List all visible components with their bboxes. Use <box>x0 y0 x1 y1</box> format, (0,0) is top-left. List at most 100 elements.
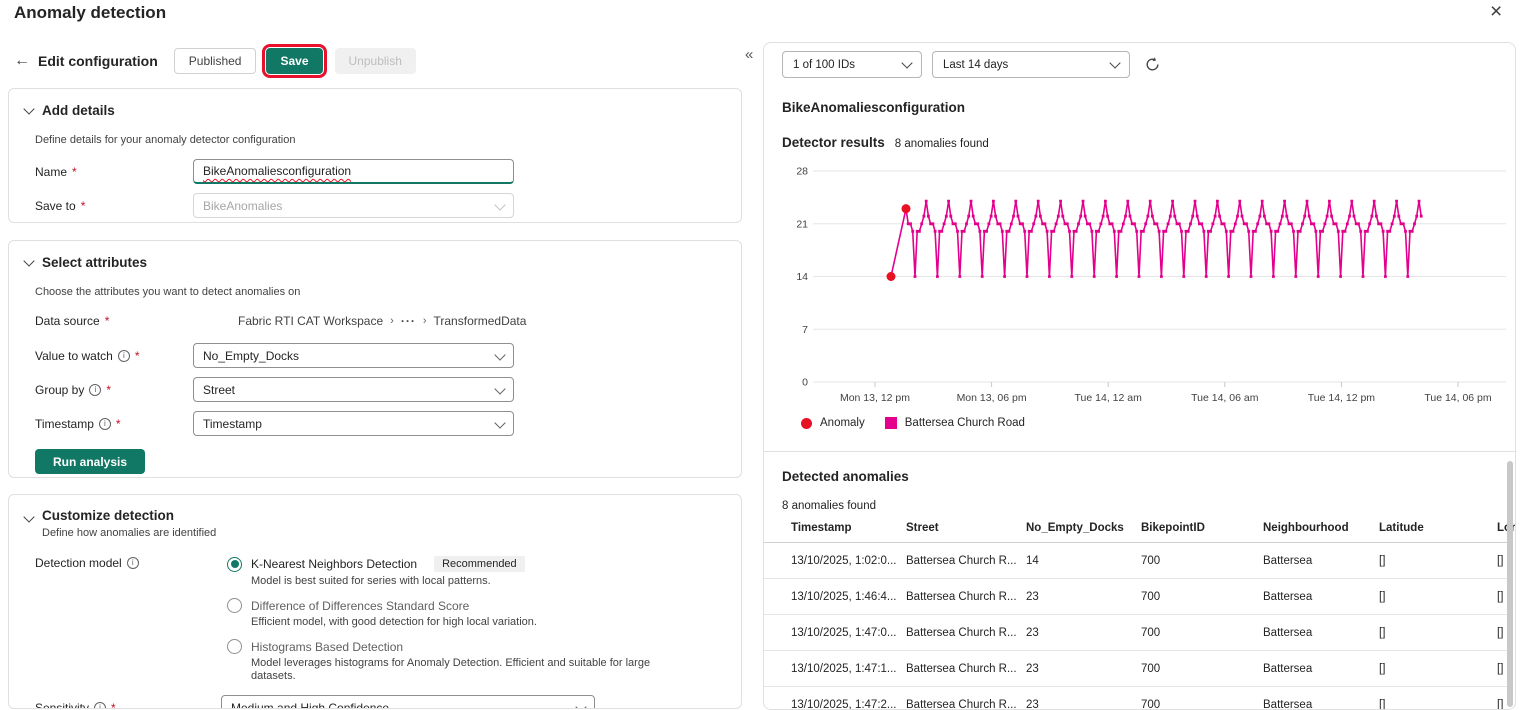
column-header[interactable]: Street <box>906 522 939 534</box>
info-icon: i <box>126 557 139 569</box>
collapse-panel-icon[interactable]: « <box>745 46 753 63</box>
detector-results-heading: Detector results <box>782 135 885 150</box>
svg-text:Tue 14, 12 am: Tue 14, 12 am <box>1075 392 1143 404</box>
select-attributes-description: Choose the attributes you want to detect… <box>35 286 301 298</box>
unpublish-button[interactable]: Unpublish <box>334 48 416 74</box>
table-cell: [] <box>1497 554 1504 567</box>
svg-text:21: 21 <box>796 218 808 230</box>
data-source-label: Data source * <box>35 314 110 328</box>
group-by-value: Street <box>203 382 236 397</box>
model-knn-description: Model is best suited for series with loc… <box>251 575 491 587</box>
column-header[interactable]: No_Empty_Docks <box>1026 522 1124 534</box>
refresh-icon[interactable] <box>1144 56 1161 73</box>
chevron-down-icon[interactable] <box>23 102 35 115</box>
table-row[interactable]: 13/10/2025, 1:02:0... Battersea Church R.… <box>764 543 1507 579</box>
chevron-down-icon <box>575 700 587 708</box>
sensitivity-label: Sensitivity i * <box>35 701 221 708</box>
value-to-watch-dropdown[interactable]: No_Empty_Docks <box>193 343 514 368</box>
chevron-down-icon <box>494 416 506 429</box>
radio-selected-icon[interactable] <box>227 556 242 572</box>
table-cell: [] <box>1379 590 1386 603</box>
chevron-down-icon[interactable] <box>23 254 35 267</box>
value-to-watch-value: No_Empty_Docks <box>203 348 300 363</box>
value-to-watch-label: Value to watch i * <box>35 348 140 363</box>
table-cell: [] <box>1379 662 1386 675</box>
table-cell: Battersea Church R... <box>906 590 1017 603</box>
chevron-down-icon <box>1109 56 1121 69</box>
table-cell: 700 <box>1141 698 1161 710</box>
group-by-dropdown[interactable]: Street <box>193 377 514 402</box>
table-cell: 13/10/2025, 1:46:4... <box>791 590 897 603</box>
timestamp-label: Timestamp i * <box>35 416 121 431</box>
table-cell: Battersea <box>1263 590 1313 603</box>
info-icon: i <box>89 383 102 396</box>
legend-series[interactable]: Battersea Church Road <box>884 417 1025 429</box>
save-button[interactable]: Save <box>262 44 327 78</box>
table-header-row: Timestamp Street No_Empty_Docks BikepointID… <box>764 519 1515 543</box>
breadcrumb-workspace[interactable]: Fabric RTI CAT Workspace <box>238 314 383 328</box>
table-cell: 700 <box>1141 662 1161 675</box>
radio-icon[interactable] <box>227 639 242 654</box>
run-analysis-button[interactable]: Run analysis <box>35 449 146 474</box>
table-row[interactable]: 13/10/2025, 1:47:0... Battersea Church R.… <box>764 615 1507 651</box>
table-cell: Battersea <box>1263 662 1313 675</box>
back-icon[interactable]: ← <box>14 52 30 70</box>
column-header[interactable]: Timestamp <box>791 522 852 534</box>
table-scrollbar[interactable] <box>1507 461 1513 707</box>
svg-text:28: 28 <box>796 166 808 178</box>
svg-text:Tue 14, 12 pm: Tue 14, 12 pm <box>1308 392 1376 404</box>
info-icon: i <box>117 349 130 362</box>
svg-text:0: 0 <box>802 377 808 389</box>
save-to-dropdown[interactable]: BikeAnomalies <box>193 193 514 218</box>
section-title-customize-detection: Customize detection <box>42 508 175 523</box>
table-cell: [] <box>1497 662 1504 675</box>
model-dod-label[interactable]: Difference of Differences Standard Score <box>251 599 469 613</box>
table-cell: 700 <box>1141 554 1161 567</box>
name-input-value: BikeAnomaliesconfiguration <box>203 164 352 178</box>
table-row[interactable]: 13/10/2025, 1:47:1... Battersea Church R.… <box>764 651 1507 687</box>
table-cell: Battersea Church R... <box>906 626 1017 639</box>
table-cell: 23 <box>1026 626 1039 639</box>
table-cell: 14 <box>1026 554 1039 567</box>
breadcrumb-table[interactable]: TransformedData <box>434 314 527 328</box>
svg-text:Mon 13, 12 pm: Mon 13, 12 pm <box>840 392 910 404</box>
table-cell: Battersea Church R... <box>906 662 1017 675</box>
id-filter-dropdown[interactable]: 1 of 100 IDs <box>782 51 922 78</box>
column-header[interactable]: BikepointID <box>1141 522 1205 534</box>
table-cell: 13/10/2025, 1:47:2... <box>791 698 897 710</box>
legend-anomaly[interactable]: Anomaly <box>801 417 865 429</box>
column-header[interactable]: Latitude <box>1379 522 1424 534</box>
breadcrumb-separator: › <box>390 315 394 327</box>
time-range-dropdown[interactable]: Last 14 days <box>932 51 1130 78</box>
table-row[interactable]: 13/10/2025, 1:47:2... Battersea Church R.… <box>764 687 1507 710</box>
id-filter-value: 1 of 100 IDs <box>793 58 856 71</box>
recommended-badge: Recommended <box>434 556 525 572</box>
chevron-down-icon[interactable] <box>23 511 35 523</box>
table-row[interactable]: 13/10/2025, 1:46:4... Battersea Church R.… <box>764 579 1507 615</box>
chevron-down-icon <box>494 348 506 361</box>
save-to-label: Save to * <box>35 198 86 213</box>
table-cell: [] <box>1379 626 1386 639</box>
table-cell: 13/10/2025, 1:47:1... <box>791 662 897 675</box>
model-histogram-description: Model leverages histograms for Anomaly D… <box>251 657 651 682</box>
published-button[interactable]: Published <box>173 48 257 74</box>
column-header[interactable]: Neighbourhood <box>1263 522 1349 534</box>
close-icon[interactable]: × <box>1490 1 1502 23</box>
breadcrumb-more-button[interactable]: ··· <box>401 314 416 328</box>
model-knn-label[interactable]: K-Nearest Neighbors Detection <box>251 557 417 571</box>
timestamp-dropdown[interactable]: Timestamp <box>193 411 514 436</box>
table-cell: 13/10/2025, 1:47:0... <box>791 626 897 639</box>
name-input[interactable]: BikeAnomaliesconfiguration <box>193 159 514 184</box>
sensitivity-value: Medium and High Confidence <box>231 700 390 709</box>
model-option-dod: Difference of Differences Standard Score… <box>227 598 681 629</box>
sensitivity-dropdown[interactable]: Medium and High Confidence <box>221 695 595 709</box>
add-details-card: Add details Define details for your anom… <box>8 88 742 223</box>
customize-detection-card: Customize detection Define how anomalies… <box>8 494 742 709</box>
model-histogram-label[interactable]: Histograms Based Detection <box>251 640 403 654</box>
detected-anomalies-heading: Detected anomalies <box>782 469 909 484</box>
table-cell: Battersea Church R... <box>906 554 1017 567</box>
select-attributes-card: Select attributes Choose the attributes … <box>8 240 742 478</box>
table-cell: [] <box>1497 590 1504 603</box>
table-cell: Battersea Church R... <box>906 698 1017 710</box>
radio-icon[interactable] <box>227 598 242 613</box>
